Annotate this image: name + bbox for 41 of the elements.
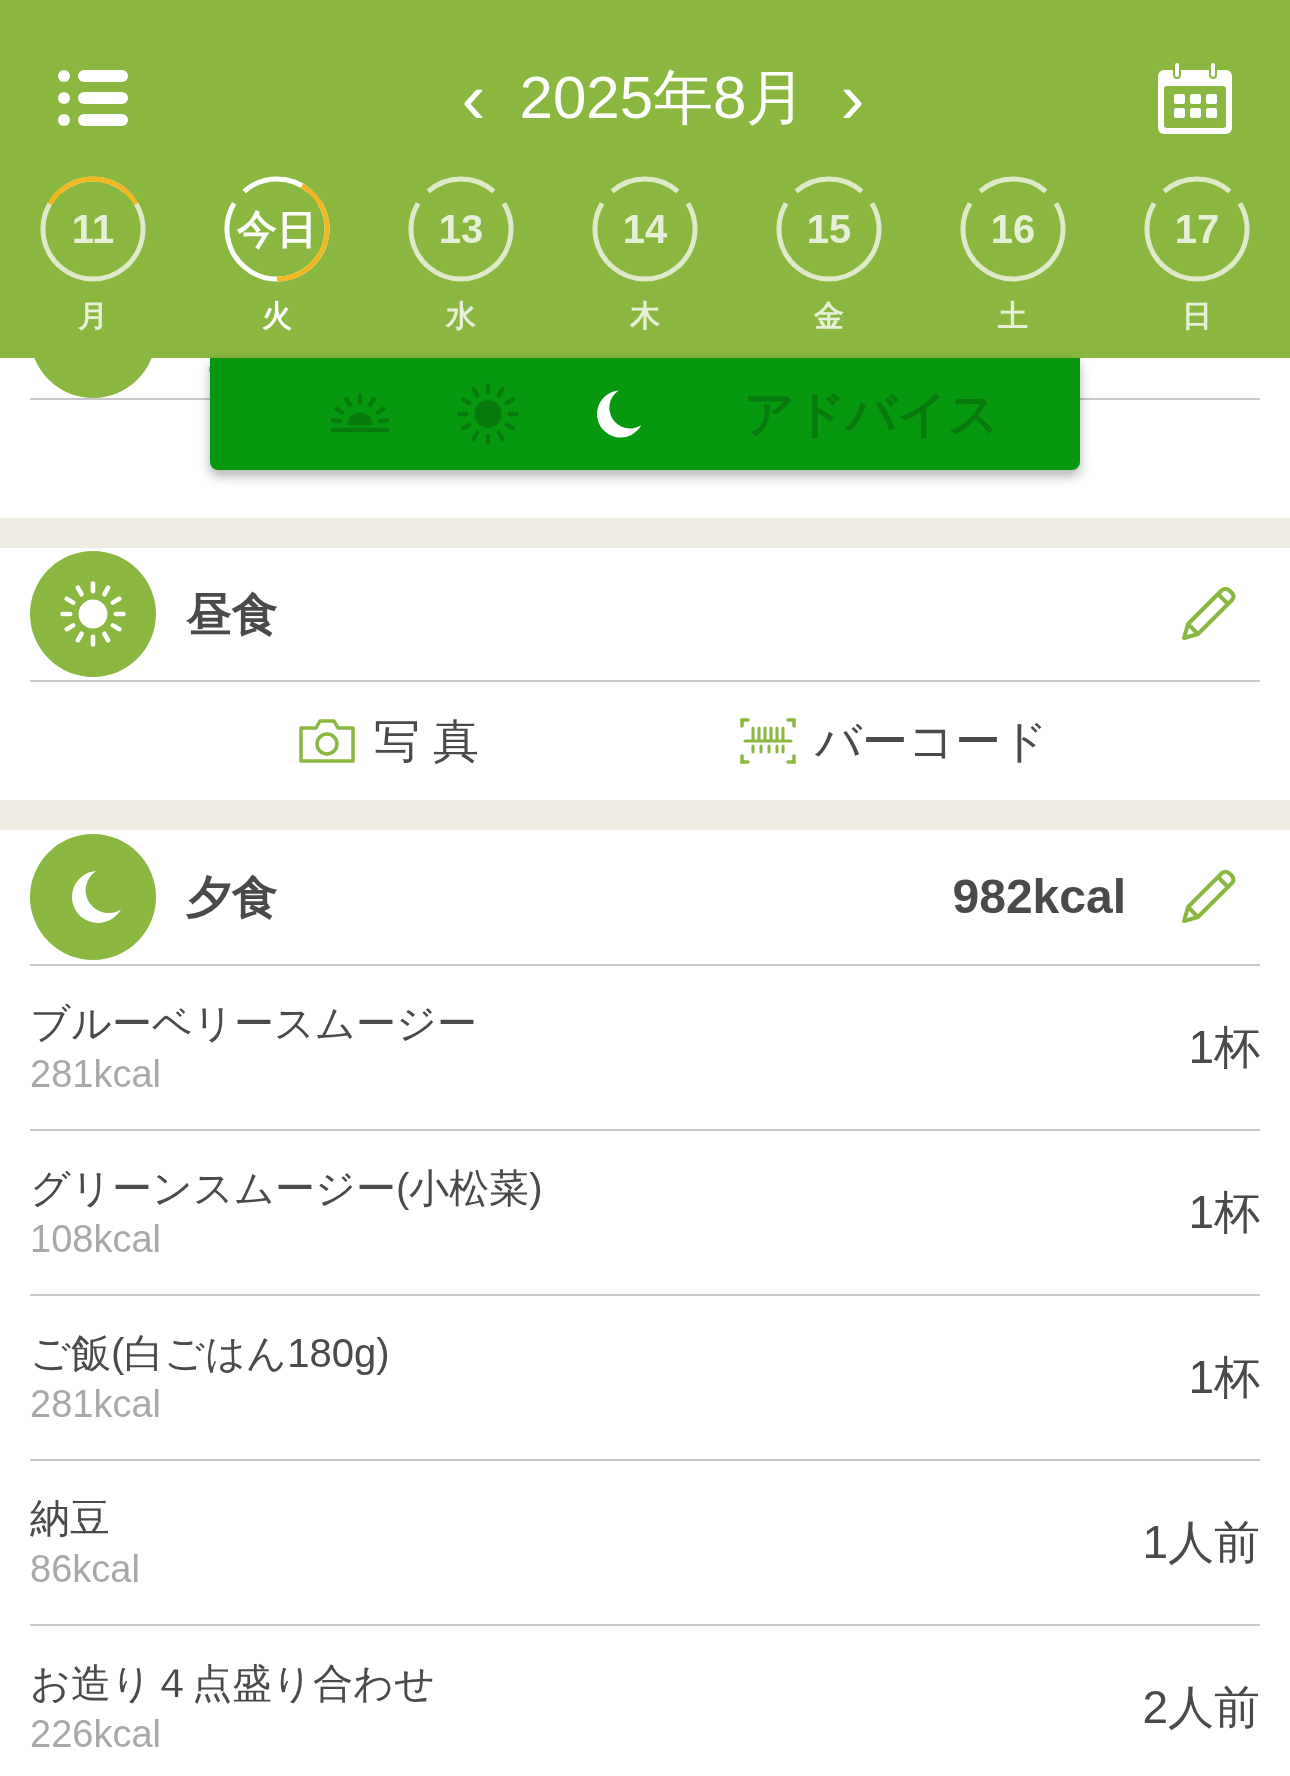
barcode-button[interactable]: バーコード	[738, 706, 1048, 776]
food-calories: 108kcal	[30, 1216, 162, 1262]
food-calories: 281kcal	[30, 1051, 162, 1097]
day-button[interactable]: 17	[1141, 173, 1253, 285]
photo-button[interactable]: 写 真	[298, 706, 479, 776]
calendar-icon[interactable]	[1158, 61, 1232, 134]
weekday-label: 日	[1182, 298, 1212, 334]
day-button[interactable]: 15	[773, 173, 885, 285]
weekday-label: 土	[998, 298, 1028, 334]
food-name: 納豆	[30, 1494, 111, 1542]
weekday-label: 水	[446, 298, 476, 334]
food-calories: 86kcal	[30, 1546, 140, 1592]
previous-month-button[interactable]: ‹	[461, 61, 486, 134]
food-amount: 1人前	[1142, 1515, 1260, 1570]
barcode-icon	[738, 716, 797, 766]
weekday-label: 火	[262, 298, 292, 334]
food-calories: 226kcal	[30, 1711, 162, 1757]
food-amount: 1杯	[1188, 1350, 1260, 1405]
day-button[interactable]: 今日	[221, 173, 333, 285]
day-button[interactable]: 16	[957, 173, 1069, 285]
camera-icon	[298, 718, 356, 764]
food-amount: 1杯	[1188, 1185, 1260, 1240]
food-name: ブルーベリースムージー	[30, 999, 477, 1047]
food-amount: 1杯	[1188, 1020, 1260, 1075]
food-calories: 281kcal	[30, 1381, 162, 1427]
food-name: グリーンスムージー(小松菜)	[30, 1164, 543, 1212]
weekday-label: 金	[814, 298, 844, 334]
next-month-button[interactable]: ›	[840, 61, 865, 134]
month-title: 2025年8月	[519, 62, 807, 133]
day-button[interactable]: 13	[405, 173, 517, 285]
weekday-label: 月	[78, 298, 108, 334]
meal-title: 昼食	[186, 586, 279, 642]
food-amount: 2人前	[1142, 1680, 1260, 1735]
total-calories: 982kcal	[952, 869, 1126, 925]
day-button[interactable]: 11	[37, 173, 149, 285]
food-name: ご飯(白ごはん180g)	[30, 1329, 390, 1377]
weekday-label: 木	[630, 298, 660, 334]
food-name: お造り４点盛り合わせ	[30, 1659, 435, 1707]
meal-title: 夕食	[186, 869, 279, 925]
day-button[interactable]: 14	[589, 173, 701, 285]
menu-icon[interactable]	[58, 69, 128, 126]
